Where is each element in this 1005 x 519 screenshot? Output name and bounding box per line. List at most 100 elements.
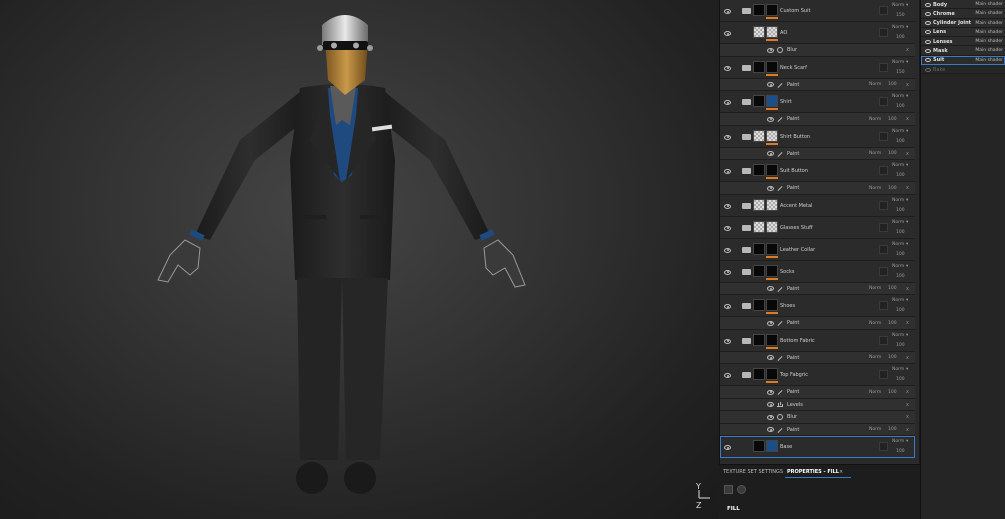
opacity-value[interactable]: 100 xyxy=(888,286,897,291)
remove-icon[interactable]: x xyxy=(906,355,909,361)
layer-row[interactable]: Base Norm ▾ 100 xyxy=(720,436,915,458)
remove-icon[interactable]: x xyxy=(906,47,909,53)
eye-icon[interactable] xyxy=(925,39,931,44)
layer-options-box[interactable] xyxy=(879,200,888,210)
layer-options-box[interactable] xyxy=(879,370,888,379)
blend-mode-dropdown[interactable]: Norm xyxy=(869,151,881,156)
blend-mode-dropdown[interactable]: Norm xyxy=(892,3,904,8)
layer-stack-panel[interactable]: Custom Suit Norm ▾ 150 AO Norm ▾ 100 Blur x Neck S… xyxy=(719,0,919,464)
tab-properties-fill[interactable]: PROPERTIES - FILL xyxy=(787,469,839,475)
remove-icon[interactable]: x xyxy=(906,402,909,408)
texture-set-row[interactable]: Body Main shader xyxy=(921,0,1005,10)
blend-mode-dropdown[interactable]: Norm xyxy=(869,355,881,360)
layer-row[interactable]: Shirt Button Norm ▾ 100 xyxy=(720,125,915,148)
eye-icon[interactable] xyxy=(724,9,731,14)
texture-set-row[interactable]: Lens Main shader xyxy=(921,27,1005,38)
blend-mode-dropdown[interactable]: Norm xyxy=(892,242,904,247)
eye-icon[interactable] xyxy=(767,414,774,420)
opacity-value[interactable]: 100 xyxy=(888,355,897,360)
layer-options-box[interactable] xyxy=(879,6,888,15)
opacity-value[interactable]: 150 xyxy=(896,13,905,18)
texture-set-row[interactable]: Chrome Main shader xyxy=(921,9,1005,19)
paint-sublayer-row[interactable]: Paint Norm 100 x xyxy=(720,182,915,195)
layer-options-box[interactable] xyxy=(879,222,888,232)
shader-dropdown[interactable]: Main shader xyxy=(975,21,1003,26)
opacity-value[interactable]: 100 xyxy=(896,252,905,257)
eye-icon[interactable] xyxy=(925,67,931,72)
blend-mode-dropdown[interactable]: Norm xyxy=(892,94,904,99)
layer-row[interactable]: Socks Norm ▾ 100 xyxy=(720,260,915,283)
remove-icon[interactable]: x xyxy=(906,427,909,433)
layer-row[interactable]: Suit Button Norm ▾ 100 xyxy=(720,160,915,182)
blend-mode-dropdown[interactable]: Norm xyxy=(892,163,904,168)
eye-icon[interactable] xyxy=(767,185,774,191)
chevron-down-icon[interactable]: ▾ xyxy=(906,163,908,168)
layer-row[interactable]: Leather Collar Norm ▾ 100 xyxy=(720,238,915,261)
layer-options-box[interactable] xyxy=(879,131,888,141)
eye-icon[interactable] xyxy=(767,427,774,432)
chevron-down-icon[interactable]: ▾ xyxy=(906,94,908,99)
remove-icon[interactable]: x xyxy=(906,151,909,157)
remove-icon[interactable]: x xyxy=(906,320,909,326)
shader-dropdown[interactable]: Main shader xyxy=(975,48,1003,53)
eye-icon[interactable] xyxy=(724,134,731,140)
3d-viewport[interactable]: Y Z xyxy=(0,0,719,519)
eye-icon[interactable] xyxy=(724,445,731,450)
remove-icon[interactable]: x xyxy=(906,82,909,88)
remove-icon[interactable]: x xyxy=(906,185,909,191)
opacity-value[interactable]: 100 xyxy=(896,449,905,454)
eye-icon[interactable] xyxy=(767,47,774,53)
opacity-value[interactable]: 100 xyxy=(896,208,905,213)
blend-mode-dropdown[interactable]: Norm xyxy=(869,117,881,122)
layer-row[interactable]: Shoes Norm ▾ 100 xyxy=(720,295,915,317)
opacity-value[interactable]: 100 xyxy=(896,173,905,178)
eye-icon[interactable] xyxy=(724,169,731,174)
opacity-value[interactable]: 100 xyxy=(888,186,897,191)
opacity-value[interactable]: 100 xyxy=(896,308,905,313)
sphere-preview-button[interactable] xyxy=(737,485,746,494)
layer-options-box[interactable] xyxy=(879,166,888,175)
layer-options-box[interactable] xyxy=(879,62,888,72)
opacity-value[interactable]: 100 xyxy=(896,139,905,144)
shader-dropdown[interactable]: Main shader xyxy=(975,30,1003,35)
chevron-down-icon[interactable]: ▾ xyxy=(906,439,908,444)
chevron-down-icon[interactable]: ▾ xyxy=(906,129,908,134)
blend-mode-dropdown[interactable]: Norm xyxy=(869,82,881,87)
eye-icon[interactable] xyxy=(724,31,731,36)
layer-row[interactable]: AO Norm ▾ 100 xyxy=(720,22,915,44)
opacity-value[interactable]: 100 xyxy=(896,35,905,40)
blend-mode-dropdown[interactable]: Norm xyxy=(892,25,904,30)
layer-row[interactable]: Glasses Stuff Norm ▾ 100 xyxy=(720,216,915,239)
chevron-down-icon[interactable]: ▾ xyxy=(906,298,908,303)
tab-close-icon[interactable]: × xyxy=(839,469,843,475)
eye-icon[interactable] xyxy=(925,30,931,35)
eye-icon[interactable] xyxy=(767,151,774,156)
layer-row[interactable]: Bottom Fabric Norm ▾ 100 xyxy=(720,329,915,352)
blend-mode-dropdown[interactable]: Norm xyxy=(892,298,904,303)
effect-row[interactable]: Blur x xyxy=(720,411,915,424)
eye-icon[interactable] xyxy=(767,82,774,87)
blend-mode-dropdown[interactable]: Norm xyxy=(869,390,881,395)
eye-icon[interactable] xyxy=(925,21,931,26)
eye-icon[interactable] xyxy=(724,225,731,231)
paint-sublayer-row[interactable]: Paint Norm 100 x xyxy=(720,78,915,91)
eye-icon[interactable] xyxy=(767,402,774,407)
paint-sublayer-row[interactable]: Paint Norm 100 x xyxy=(720,351,915,364)
blend-mode-dropdown[interactable]: Norm xyxy=(892,367,904,372)
chevron-down-icon[interactable]: ▾ xyxy=(906,242,908,247)
blend-mode-dropdown[interactable]: Norm xyxy=(869,321,881,326)
layer-options-box[interactable] xyxy=(879,97,888,106)
chevron-down-icon[interactable]: ▾ xyxy=(906,367,908,372)
opacity-value[interactable]: 100 xyxy=(888,82,897,87)
blend-mode-dropdown[interactable]: Norm xyxy=(892,60,904,65)
eye-icon[interactable] xyxy=(724,338,731,344)
remove-icon[interactable]: x xyxy=(906,414,909,420)
opacity-value[interactable]: 100 xyxy=(888,321,897,326)
eye-icon[interactable] xyxy=(724,373,731,378)
eye-icon[interactable] xyxy=(925,2,931,7)
opacity-value[interactable]: 150 xyxy=(896,70,905,75)
eye-icon[interactable] xyxy=(767,389,774,395)
material-mode-button[interactable] xyxy=(724,485,733,494)
texture-set-row[interactable]: Mask Main shader xyxy=(921,46,1005,56)
layer-options-box[interactable] xyxy=(879,335,888,345)
